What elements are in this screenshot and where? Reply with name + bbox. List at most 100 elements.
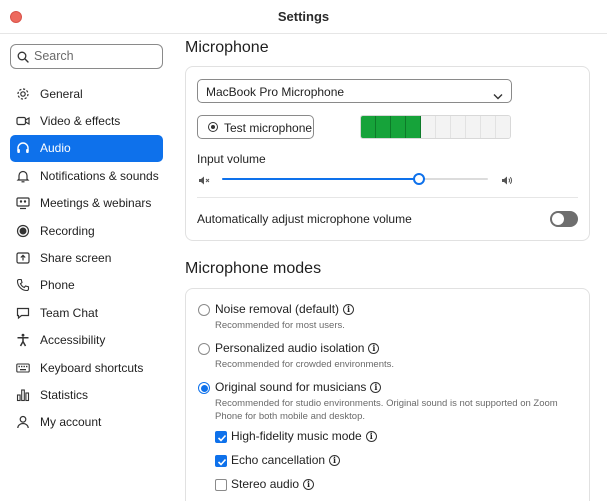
sidebar-item-recording[interactable]: Recording	[10, 217, 163, 244]
slider-track[interactable]	[222, 173, 488, 185]
check-label: Stereo audio i	[231, 477, 315, 491]
sidebar-item-keyboard-shortcuts[interactable]: Keyboard shortcuts	[10, 354, 163, 381]
sidebar-item-team-chat[interactable]: Team Chat	[10, 299, 163, 326]
sidebar-item-share-screen[interactable]: Share screen	[10, 244, 163, 271]
record-icon	[16, 224, 30, 238]
microphone-device-select[interactable]: MacBook Pro Microphone	[197, 79, 512, 103]
mode-title: Noise removal (default) i	[215, 302, 355, 316]
sidebar-nav: General Video & effects Audio Notificati…	[10, 80, 163, 436]
info-icon[interactable]: i	[343, 304, 355, 315]
sidebar-item-accessibility[interactable]: Accessibility	[10, 327, 163, 354]
meter-segment	[391, 116, 406, 138]
chevron-down-icon	[493, 87, 503, 105]
mode-title: Original sound for musicians i	[215, 380, 382, 394]
sidebar-item-label: Share screen	[40, 251, 112, 266]
info-icon[interactable]: i	[329, 455, 341, 466]
personalized-isolation-radio[interactable]	[198, 343, 210, 355]
high-fidelity-checkbox[interactable]	[215, 431, 227, 443]
sidebar-item-video-effects[interactable]: Video & effects	[10, 107, 163, 134]
microphone-modes-heading: Microphone modes	[185, 260, 322, 277]
record-dot-icon	[208, 122, 218, 132]
auto-adjust-toggle[interactable]	[550, 211, 578, 227]
divider	[197, 197, 578, 198]
high-fidelity-label: High-fidelity music mode	[231, 429, 362, 443]
chat-icon	[16, 306, 30, 320]
phone-icon	[16, 278, 30, 292]
sidebar-item-audio[interactable]: Audio	[10, 134, 163, 163]
test-microphone-button[interactable]: Test microphone	[197, 115, 314, 139]
sidebar: Search General Video & effects Audio Not…	[0, 34, 172, 501]
sidebar-item-label: Notifications & sounds	[40, 168, 159, 183]
user-icon	[16, 415, 30, 429]
sidebar-item-notifications[interactable]: Notifications & sounds	[10, 162, 163, 189]
info-icon[interactable]: i	[365, 431, 377, 442]
info-icon[interactable]: i	[370, 382, 382, 393]
toggle-thumb	[552, 213, 564, 225]
personalized-isolation-label: Personalized audio isolation	[215, 341, 365, 355]
noise-removal-radio[interactable]	[198, 304, 210, 316]
echo-cancellation-label: Echo cancellation	[231, 453, 326, 467]
share-screen-icon	[16, 251, 30, 265]
info-icon[interactable]: i	[303, 479, 315, 490]
microphone-card: MacBook Pro Microphone Test microphone I…	[185, 66, 590, 241]
sidebar-item-label: Meetings & webinars	[40, 196, 152, 211]
search-input[interactable]: Search	[10, 44, 163, 69]
slider-fill	[222, 178, 419, 180]
meter-segment	[421, 116, 436, 138]
input-volume-slider[interactable]	[197, 171, 513, 187]
meter-segment	[376, 116, 391, 138]
meter-segment	[436, 116, 451, 138]
microphone-device-value: MacBook Pro Microphone	[206, 85, 345, 99]
original-sound-label: Original sound for musicians	[215, 380, 367, 394]
accessibility-icon	[16, 333, 30, 347]
statistics-icon	[16, 388, 30, 402]
info-icon[interactable]: i	[368, 343, 380, 354]
sidebar-item-label: Accessibility	[40, 333, 106, 348]
title-bar: Settings	[0, 0, 607, 34]
check-label: Echo cancellation i	[231, 453, 341, 467]
sidebar-item-label: General	[40, 86, 83, 101]
sidebar-item-general[interactable]: General	[10, 80, 163, 107]
search-placeholder: Search	[34, 49, 74, 63]
microphone-heading: Microphone	[185, 39, 269, 56]
sidebar-item-label: Recording	[40, 223, 95, 238]
test-microphone-label: Test microphone	[224, 121, 313, 135]
settings-main: Microphone MacBook Pro Microphone Test m…	[172, 34, 607, 501]
microphone-modes-card: Noise removal (default) i Recommended for…	[185, 288, 590, 501]
meter-segment	[451, 116, 466, 138]
meter-segment	[406, 116, 421, 138]
meter-segment	[496, 116, 510, 138]
personalized-isolation-desc: Recommended for crowded environments.	[215, 359, 395, 370]
sidebar-item-statistics[interactable]: Statistics	[10, 381, 163, 408]
stereo-audio-checkbox[interactable]	[215, 479, 227, 491]
original-sound-desc: Recommended for studio environments. Ori…	[215, 398, 558, 422]
slider-knob[interactable]	[412, 173, 425, 185]
volume-loud-icon	[501, 173, 513, 191]
sidebar-item-my-account[interactable]: My account	[10, 409, 163, 436]
sidebar-item-phone[interactable]: Phone	[10, 272, 163, 299]
noise-removal-label: Noise removal (default)	[215, 302, 340, 316]
input-volume-label: Input volume	[197, 152, 266, 166]
sidebar-item-label: Phone	[40, 278, 75, 293]
window-title: Settings	[277, 9, 330, 24]
auto-adjust-label: Automatically adjust microphone volume	[197, 212, 412, 226]
meetings-icon	[16, 196, 30, 210]
sidebar-item-meetings[interactable]: Meetings & webinars	[10, 190, 163, 217]
volume-mute-icon	[198, 173, 210, 191]
input-level-meter	[360, 115, 511, 139]
noise-removal-desc: Recommended for most users.	[215, 320, 345, 331]
headphones-icon	[16, 141, 30, 155]
meter-segment	[361, 116, 376, 138]
keyboard-icon	[16, 361, 30, 375]
sidebar-item-label: Statistics	[40, 387, 89, 402]
gear-icon	[16, 87, 30, 101]
sidebar-item-label: My account	[40, 415, 102, 430]
sidebar-item-label: Keyboard shortcuts	[40, 360, 144, 375]
meter-segment	[466, 116, 481, 138]
echo-cancellation-checkbox[interactable]	[215, 455, 227, 467]
meter-segment	[481, 116, 496, 138]
check-label: High-fidelity music mode i	[231, 429, 377, 443]
sidebar-item-label: Team Chat	[40, 305, 99, 320]
video-camera-icon	[16, 114, 30, 128]
original-sound-radio[interactable]	[198, 382, 210, 394]
